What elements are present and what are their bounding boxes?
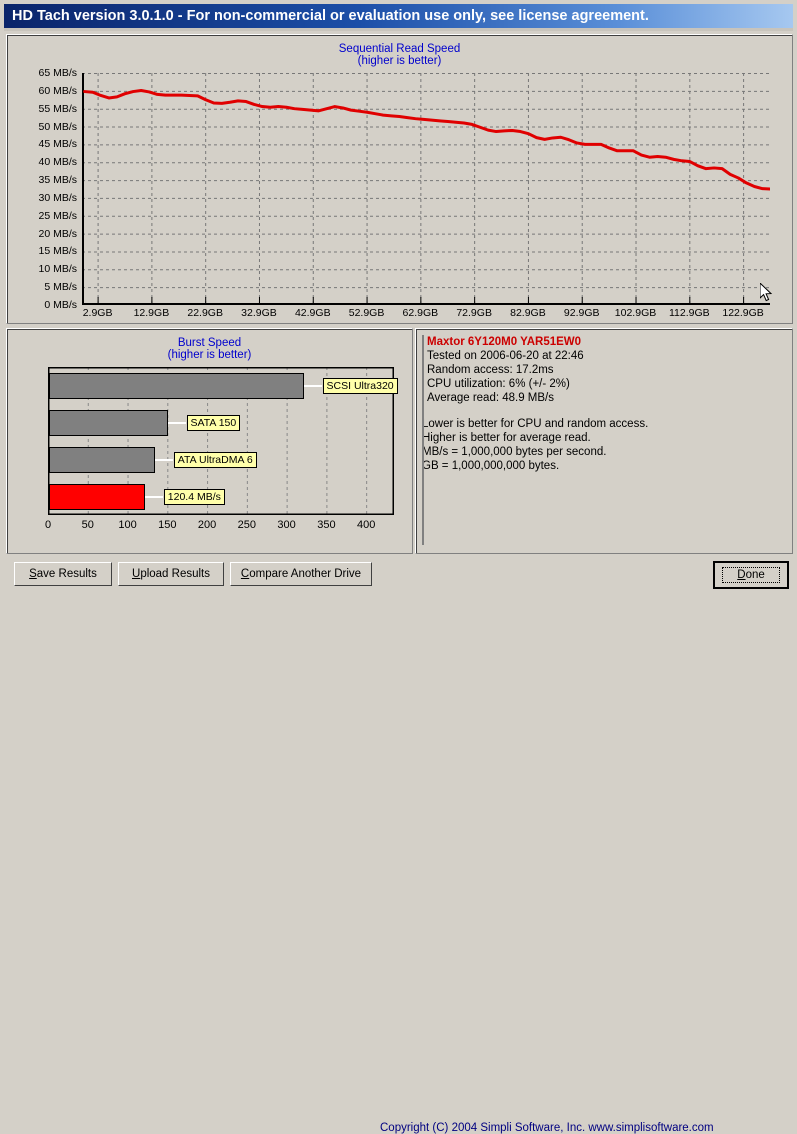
sequential-y-tick: 20 MB/s <box>38 227 77 240</box>
sequential-x-tick: 92.9GB <box>563 307 600 319</box>
burst-callout-leader <box>303 384 322 387</box>
info-cpu-utilization: CPU utilization: 6% (+/- 2%) <box>427 378 570 390</box>
sequential-x-tick: 72.9GB <box>456 307 492 319</box>
info-note-gb: GB = 1,000,000,000 bytes. <box>422 460 560 472</box>
burst-x-tick: 300 <box>277 519 296 531</box>
drive-name: Maxtor 6Y120M0 YAR51EW0 <box>427 336 582 348</box>
burst-callout-label: SCSI Ultra320 <box>322 377 398 394</box>
burst-bar <box>49 483 145 510</box>
burst-x-tick: 400 <box>356 519 376 531</box>
sequential-y-tick: 65 MB/s <box>38 67 77 79</box>
done-rest: one <box>745 569 765 581</box>
burst-speed-panel: Burst Speed (higher is better) SCSI Ultr… <box>6 328 413 554</box>
sequential-x-tick: 32.9GB <box>241 307 277 319</box>
compare-accel: C <box>240 568 250 580</box>
upload-results-button[interactable]: Upload Results <box>118 562 224 586</box>
compare-label: Compare Another Drive <box>241 568 361 580</box>
sequential-plot-area <box>81 73 772 306</box>
window-titlebar: HD Tach version 3.0.1.0 - For non-commer… <box>4 4 793 28</box>
save-results-button[interactable]: Save Results <box>14 562 112 586</box>
sequential-y-tick: 30 MB/s <box>38 191 77 204</box>
save-rest: ave Results <box>36 568 97 580</box>
save-accel: S <box>29 568 37 580</box>
sequential-y-tick: 50 MB/s <box>38 120 77 133</box>
sequential-y-tick: 55 MB/s <box>38 102 77 115</box>
sequential-y-tick: 10 MB/s <box>38 263 77 276</box>
burst-bar <box>49 409 168 436</box>
sequential-x-tick: 2.9GB <box>82 307 113 319</box>
burst-callout-leader <box>167 421 186 424</box>
burst-x-tick: 200 <box>197 519 217 531</box>
sequential-x-axis-labels: 2.9GB 12.9GB 22.9GB 32.9GB 42.9GB 52.9GB 62.9G… <box>7 307 792 323</box>
sequential-y-tick: 5 MB/s <box>44 281 77 294</box>
bottom-button-bar: Save Results Upload Results Compare Anot… <box>0 556 797 1134</box>
burst-bar <box>49 446 155 473</box>
done-label: Done <box>722 567 780 583</box>
sequential-x-tick: 22.9GB <box>187 307 223 319</box>
drive-info-content: Maxtor 6Y120M0 YAR51EW0 Tested on 2006-0… <box>422 335 784 545</box>
sequential-subtitle-text: (higher is better) <box>357 55 442 67</box>
sequential-title-text: Sequential Read Speed <box>338 43 461 55</box>
burst-x-tick: 50 <box>81 519 94 531</box>
done-accel: D <box>737 569 746 581</box>
sequential-x-tick: 112.9GB <box>668 307 710 319</box>
sequential-y-tick: 60 MB/s <box>38 84 77 97</box>
sequential-read-chart <box>81 73 772 306</box>
upload-rest: pload Results <box>140 568 210 580</box>
burst-callout-label: SATA 150 <box>186 414 241 431</box>
burst-callout-leader <box>144 495 163 498</box>
save-results-label: Save Results <box>29 568 97 580</box>
sequential-y-tick: 25 MB/s <box>38 209 77 222</box>
sequential-y-tick: 35 MB/s <box>38 174 77 187</box>
burst-subtitle-text: (higher is better) <box>167 349 252 361</box>
mouse-cursor <box>760 283 773 302</box>
sequential-x-tick: 42.9GB <box>294 307 331 319</box>
info-note-avg: Higher is better for average read. <box>422 432 591 444</box>
sequential-y-tick: 15 MB/s <box>38 245 77 258</box>
burst-chart-title: Burst Speed (higher is better) <box>7 337 412 361</box>
info-note-mbs: MB/s = 1,000,000 bytes per second. <box>422 446 607 458</box>
burst-x-tick: 250 <box>237 519 257 531</box>
burst-title-text: Burst Speed <box>177 337 242 349</box>
burst-bar <box>49 372 304 399</box>
sequential-x-tick: 102.9GB <box>614 307 657 319</box>
info-note-cpu: Lower is better for CPU and random acces… <box>422 418 649 430</box>
sequential-x-tick: 52.9GB <box>348 307 385 319</box>
window-title: HD Tach version 3.0.1.0 - For non-commer… <box>12 8 649 24</box>
sequential-x-tick: 122.9GB <box>722 307 764 319</box>
burst-x-axis-labels: 0 50 100 150 200 250 300 350 400 <box>7 519 412 535</box>
info-average-read: Average read: 48.9 MB/s <box>427 392 554 404</box>
titlebar-shadow <box>4 28 793 31</box>
burst-callout-label: 120.4 MB/s <box>163 488 225 505</box>
info-left-rule <box>422 335 424 545</box>
sequential-x-tick: 12.9GB <box>133 307 170 319</box>
burst-x-tick: 100 <box>118 519 137 531</box>
hdtach-window: HD Tach version 3.0.1.0 - For non-commer… <box>0 0 797 1134</box>
sequential-chart-title: Sequential Read Speed (higher is better) <box>7 43 792 67</box>
sequential-y-axis-labels: 65 MB/s 60 MB/s 55 MB/s 50 MB/s 45 MB/s 40 MB… <box>7 35 77 323</box>
copyright-text: Copyright (C) 2004 Simpli Software, Inc.… <box>380 1122 714 1134</box>
info-random-access: Random access: 17.2ms <box>427 364 554 376</box>
sequential-y-tick: 40 MB/s <box>38 156 77 169</box>
burst-x-tick: 150 <box>158 519 177 531</box>
compare-rest: ompare Another Drive <box>249 568 362 580</box>
sequential-y-tick: 45 MB/s <box>38 138 77 151</box>
burst-plot-area: SCSI Ultra320 SATA 150 ATA UltraDMA 6 120.4… <box>47 366 398 516</box>
sequential-x-tick: 62.9GB <box>402 307 439 319</box>
compare-another-drive-button[interactable]: Compare Another Drive <box>230 562 372 586</box>
upload-results-label: Upload Results <box>132 568 210 580</box>
info-tested-on: Tested on 2006-06-20 at 22:46 <box>427 350 584 362</box>
sequential-x-tick: 82.9GB <box>510 307 546 319</box>
done-button[interactable]: Done <box>713 561 789 589</box>
burst-callout-leader <box>154 458 173 461</box>
burst-x-tick: 0 <box>44 519 52 531</box>
burst-callout-label: ATA UltraDMA 6 <box>173 451 257 468</box>
sequential-read-panel: Sequential Read Speed (higher is better)… <box>6 34 793 324</box>
drive-info-panel: Maxtor 6Y120M0 YAR51EW0 Tested on 2006-0… <box>415 328 793 554</box>
burst-x-tick: 350 <box>317 519 336 531</box>
